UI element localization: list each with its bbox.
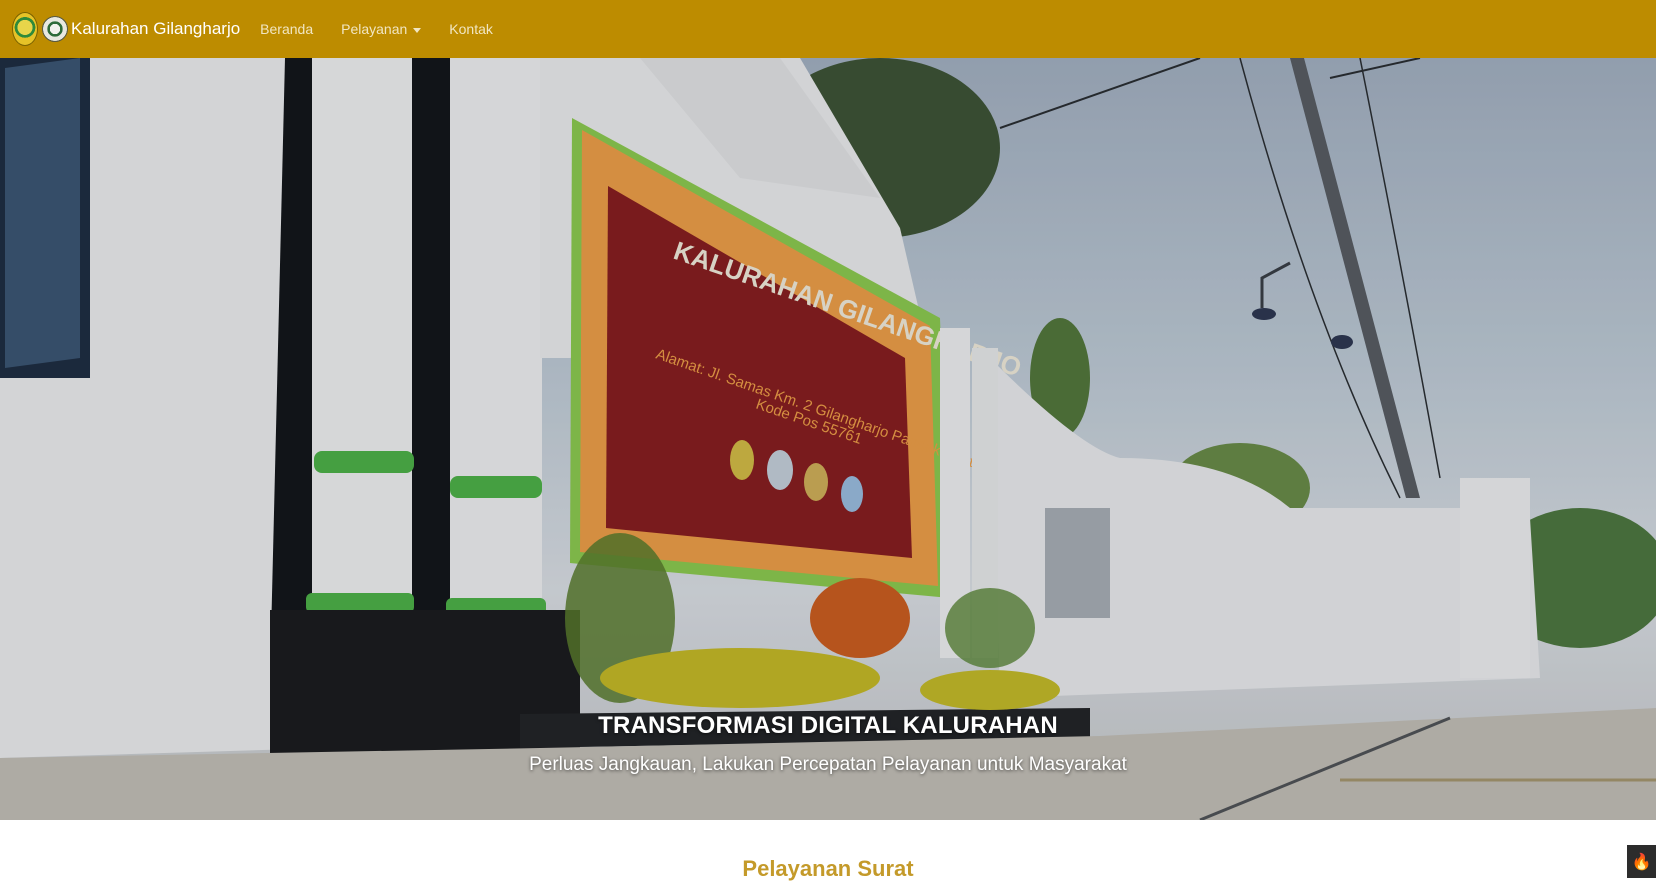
hero-subtitle: Perluas Jangkauan, Lakukan Percepatan Pe… <box>529 754 1127 775</box>
hero-banner: KALURAHAN GILANGHARJO Alamat: Jl. Samas … <box>0 58 1656 820</box>
regency-emblem-icon[interactable] <box>12 12 38 46</box>
village-seal-icon[interactable] <box>42 16 68 42</box>
caret-down-icon <box>413 27 422 33</box>
nav-dropdown-label: Pelayanan <box>341 21 408 37</box>
hero-background-photo: KALURAHAN GILANGHARJO Alamat: Jl. Samas … <box>0 58 1656 820</box>
section-title: Pelayanan Surat <box>742 856 914 881</box>
nav-dropdown-pelayanan[interactable]: Pelayanan <box>341 21 422 37</box>
nav-link-kontak[interactable]: Kontak <box>449 21 493 37</box>
fire-icon[interactable]: 🔥 <box>1627 845 1656 878</box>
hero-title: TRANSFORMASI DIGITAL KALURAHAN <box>598 712 1058 739</box>
nav-link-beranda[interactable]: Beranda <box>260 21 313 37</box>
brand-name[interactable]: Kalurahan Gilangharjo <box>71 19 240 39</box>
top-navbar: Kalurahan Gilangharjo Beranda Pelayanan … <box>0 0 1656 58</box>
